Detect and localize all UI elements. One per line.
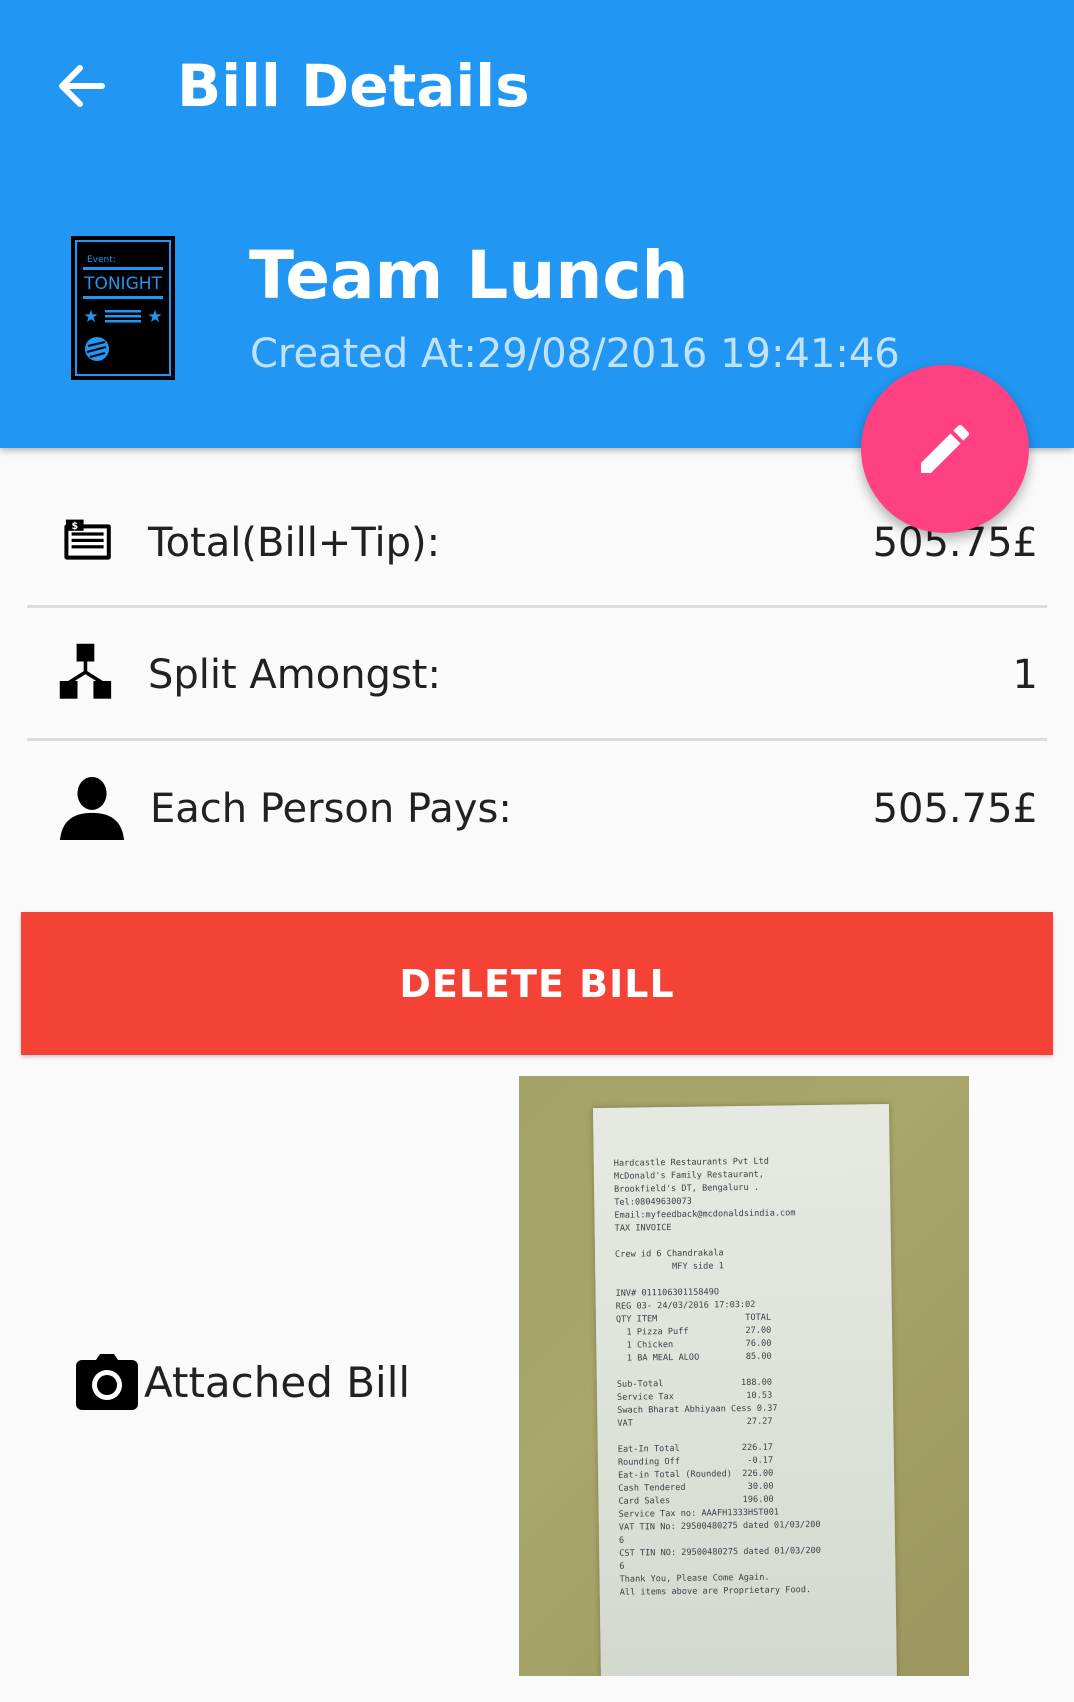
attached-receipt-image[interactable]: Hardcastle Restaurants Pvt Ltd McDonald'… — [519, 1076, 969, 1676]
camera-icon — [76, 1354, 138, 1410]
divider — [27, 605, 1047, 608]
toolbar-title: Bill Details — [177, 52, 530, 120]
person-icon — [59, 776, 125, 841]
split-row: Split Amongst: 1 — [0, 610, 1074, 740]
split-value: 1 — [1012, 652, 1038, 698]
receipt-text: Hardcastle Restaurants Pvt Ltd McDonald'… — [613, 1156, 822, 1598]
svg-text:Event:: Event: — [87, 255, 116, 265]
bill-name: Team Lunch — [249, 237, 689, 314]
total-label: Total(Bill+Tip): — [148, 520, 441, 566]
delete-bill-button[interactable]: DELETE BILL — [21, 912, 1053, 1055]
attached-bill-text: Attached Bill — [144, 1357, 411, 1407]
arrow-left-icon[interactable] — [52, 56, 112, 116]
edit-fab-button[interactable] — [861, 365, 1029, 533]
svg-text:★: ★ — [83, 307, 98, 327]
each-person-row: Each Person Pays: 505.75£ — [0, 744, 1074, 874]
hierarchy-icon — [59, 643, 112, 699]
svg-text:$: $ — [71, 521, 78, 532]
created-at-timestamp: Created At:29/08/2016 19:41:46 — [250, 331, 900, 377]
divider — [27, 738, 1047, 741]
receipt-icon: $ — [64, 519, 111, 560]
split-label: Split Amongst: — [148, 652, 441, 698]
each-person-label: Each Person Pays: — [150, 786, 512, 832]
each-person-value: 505.75£ — [872, 786, 1038, 832]
pencil-icon — [921, 424, 970, 473]
svg-text:★: ★ — [147, 307, 162, 327]
svg-text:TONIGHT: TONIGHT — [83, 274, 162, 294]
event-ticket-icon: Event: TONIGHT ★ ★ — [71, 236, 175, 380]
attached-bill-label: Attached Bill — [76, 1352, 410, 1412]
receipt-paper: Hardcastle Restaurants Pvt Ltd McDonald'… — [592, 1103, 898, 1676]
